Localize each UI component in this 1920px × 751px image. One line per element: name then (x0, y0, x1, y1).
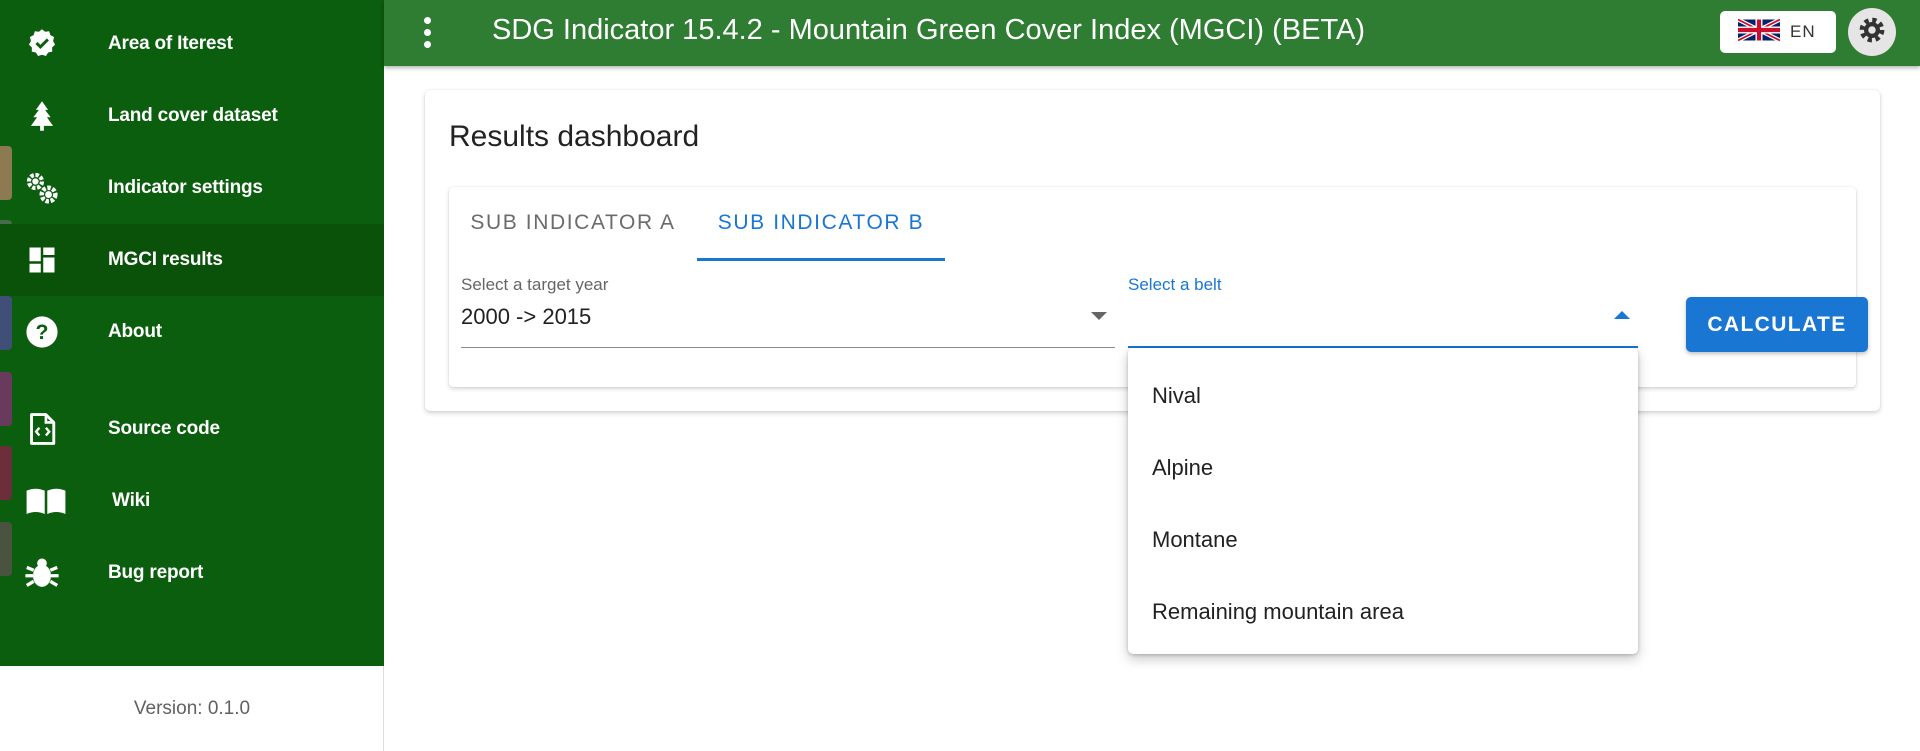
more-vert-menu-button[interactable] (416, 12, 438, 52)
belt-option-nival[interactable]: Nival (1128, 360, 1638, 432)
page-title: Results dashboard (449, 120, 700, 153)
sidebar-item-indicator-settings[interactable]: Indicator settings (0, 152, 384, 224)
code-file-icon (24, 411, 60, 447)
app-bar: SDG Indicator 15.4.2 - Mountain Green Co… (384, 0, 1920, 66)
language-selector-button[interactable]: EN (1720, 11, 1836, 53)
sidebar-item-label: Indicator settings (108, 177, 263, 198)
sidebar-item-label: Source code (108, 418, 220, 439)
version-label: Version: 0.1.0 (133, 697, 251, 719)
svg-text:?: ? (36, 320, 49, 344)
book-icon (24, 483, 68, 519)
language-code: EN (1790, 22, 1816, 41)
target-year-select[interactable]: Select a target year 2000 -> 2015 (461, 275, 1115, 348)
field-underline (461, 347, 1115, 348)
uk-flag-icon (1737, 17, 1781, 47)
belt-select[interactable]: Select a belt (1128, 275, 1638, 348)
gear-icon (1856, 14, 1888, 51)
chevron-up-icon (1614, 311, 1630, 319)
dot (423, 16, 431, 24)
belt-option-alpine[interactable]: Alpine (1128, 432, 1638, 504)
belt-option-montane[interactable]: Montane (1128, 504, 1638, 576)
sidebar-item-land-cover-dataset[interactable]: Land cover dataset (0, 80, 384, 152)
verified-check-icon (24, 26, 60, 62)
belt-option-remaining-mountain-area[interactable]: Remaining mountain area (1128, 576, 1638, 648)
dot (423, 28, 431, 36)
sidebar-item-wiki[interactable]: Wiki (0, 465, 384, 537)
sidebar-item-label: Bug report (108, 562, 204, 583)
sidebar-nav: Area of Iterest Land cover dataset Indic… (0, 0, 384, 666)
sidebar-item-area-of-interest[interactable]: Area of Iterest (0, 8, 384, 80)
bug-icon (24, 555, 60, 591)
calculate-button[interactable]: CALCULATE (1686, 297, 1868, 352)
belt-label: Select a belt (1128, 275, 1222, 294)
target-year-value: 2000 -> 2015 (461, 304, 592, 329)
dashboard-icon (24, 242, 60, 278)
sidebar-item-mgci-results[interactable]: MGCI results (0, 224, 384, 296)
belt-options-menu: Nival Alpine Montane Remaining mountain … (1128, 348, 1638, 654)
gears-icon (24, 170, 60, 206)
sidebar-item-about[interactable]: ? About (0, 296, 384, 368)
tab-sub-indicator-a[interactable]: SUB INDICATOR A (449, 187, 697, 259)
sidebar: Area of Iterest Land cover dataset Indic… (0, 0, 384, 751)
app-root: Area of Iterest Land cover dataset Indic… (0, 0, 1920, 751)
tab-sub-indicator-b[interactable]: SUB INDICATOR B (697, 187, 945, 261)
help-circle-icon: ? (24, 314, 60, 350)
target-year-label: Select a target year (461, 275, 609, 294)
tree-icon (24, 98, 60, 134)
sidebar-item-label: MGCI results (108, 249, 223, 270)
app-title: SDG Indicator 15.4.2 - Mountain Green Co… (492, 14, 1366, 46)
dot (423, 40, 431, 48)
sidebar-item-label: Wiki (112, 490, 151, 511)
settings-button[interactable] (1848, 8, 1896, 56)
sidebar-item-source-code[interactable]: Source code (0, 393, 384, 465)
chevron-down-icon (1091, 312, 1107, 320)
sidebar-item-label: About (108, 321, 162, 342)
sidebar-item-label: Land cover dataset (108, 105, 278, 126)
sidebar-item-label: Area of Iterest (108, 33, 233, 54)
sidebar-item-bug-report[interactable]: Bug report (0, 537, 384, 609)
